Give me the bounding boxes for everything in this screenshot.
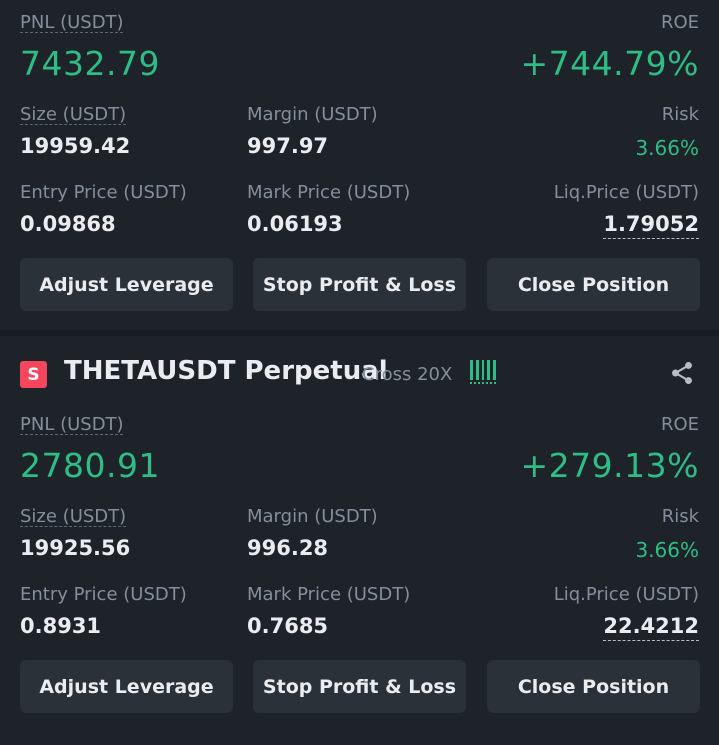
roe-label: ROE (660, 12, 699, 33)
symbol-title[interactable]: THETAUSDT Perpetual (64, 356, 388, 386)
size-label[interactable]: Size (USDT) (20, 506, 126, 527)
risk-label: Risk (661, 104, 699, 125)
roe-value: +744.79% (520, 44, 699, 83)
pnl-value: 7432.79 (20, 44, 160, 83)
roe-value: +279.13% (520, 446, 699, 485)
position-header[interactable]: S THETAUSDT Perpetual Cross 20X (20, 356, 699, 390)
stop-profit-loss-button[interactable]: Stop Profit & Loss (253, 660, 466, 713)
liq-price-value[interactable]: 22.4212 (603, 614, 699, 641)
mark-price-value: 0.7685 (247, 614, 329, 638)
mark-price-label: Mark Price (USDT) (247, 584, 411, 605)
entry-price-value: 0.09868 (20, 212, 116, 236)
close-position-button[interactable]: Close Position (487, 660, 700, 713)
signal-bars-icon (470, 360, 496, 384)
adjust-leverage-button[interactable]: Adjust Leverage (20, 258, 233, 311)
liq-price-label: Liq.Price (USDT) (553, 182, 699, 203)
margin-value: 997.97 (247, 134, 329, 158)
pnl-label[interactable]: PNL (USDT) (20, 414, 124, 435)
size-label[interactable]: Size (USDT) (20, 104, 126, 125)
margin-mode-label: Cross 20X (362, 364, 453, 385)
margin-label: Margin (USDT) (247, 104, 378, 125)
entry-price-label: Entry Price (USDT) (20, 182, 187, 203)
roe-label: ROE (660, 414, 699, 435)
share-icon[interactable] (669, 360, 695, 386)
margin-label: Margin (USDT) (247, 506, 378, 527)
entry-price-value: 0.8931 (20, 614, 102, 638)
liq-price-value[interactable]: 1.79052 (603, 212, 699, 239)
short-side-badge: S (20, 361, 47, 388)
size-value: 19925.56 (20, 536, 131, 560)
stop-profit-loss-button[interactable]: Stop Profit & Loss (253, 258, 466, 311)
adjust-leverage-button[interactable]: Adjust Leverage (20, 660, 233, 713)
risk-value: 3.66% (635, 136, 699, 160)
size-value: 19959.42 (20, 134, 131, 158)
risk-label: Risk (661, 506, 699, 527)
pnl-value: 2780.91 (20, 446, 160, 485)
positions-screen: PNL (USDT) ROE 7432.79 +744.79% Size (US… (0, 0, 719, 745)
entry-price-label: Entry Price (USDT) (20, 584, 187, 605)
liq-price-label: Liq.Price (USDT) (553, 584, 699, 605)
pnl-label[interactable]: PNL (USDT) (20, 12, 124, 33)
mark-price-label: Mark Price (USDT) (247, 182, 411, 203)
card-divider (0, 330, 719, 336)
risk-value: 3.66% (635, 538, 699, 562)
margin-value: 996.28 (247, 536, 329, 560)
mark-price-value: 0.06193 (247, 212, 343, 236)
close-position-button[interactable]: Close Position (487, 258, 700, 311)
